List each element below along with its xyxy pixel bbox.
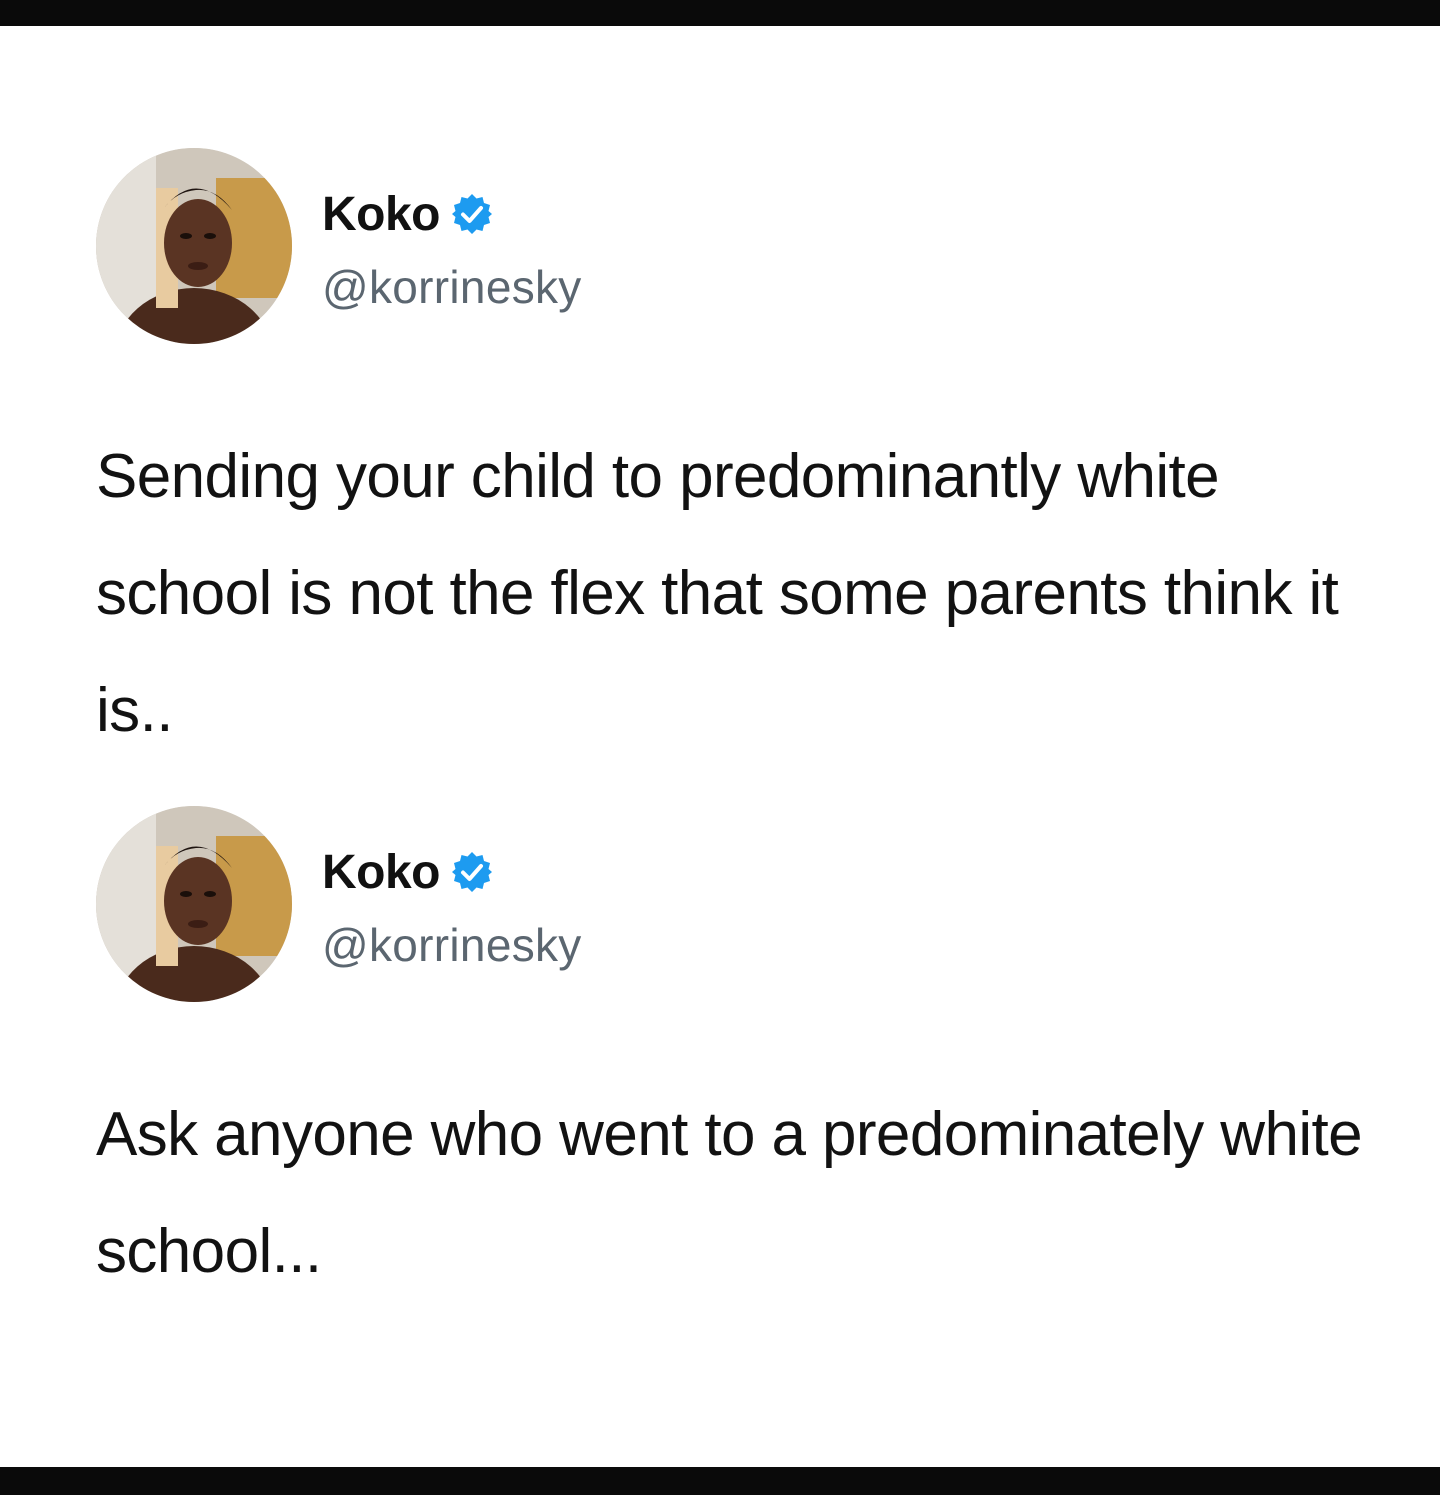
tweet-text: Sending your child to predominantly whit… xyxy=(96,442,1339,745)
display-name[interactable]: Koko xyxy=(322,845,441,900)
handle[interactable]: @korrinesky xyxy=(322,260,582,314)
avatar[interactable] xyxy=(96,806,292,1002)
tweet-card[interactable]: Koko @korrinesky Ask anyone who went to … xyxy=(0,806,1440,1286)
avatar[interactable] xyxy=(96,148,292,344)
tweet-card[interactable]: Koko @korrinesky Sending your child to p… xyxy=(0,148,1440,745)
bottom-black-bar xyxy=(0,1467,1440,1495)
name-row: Koko xyxy=(322,844,494,900)
tweet-header: Koko @korrinesky xyxy=(0,148,1440,348)
name-row: Koko xyxy=(322,186,494,242)
display-name[interactable]: Koko xyxy=(322,187,441,242)
top-black-bar xyxy=(0,0,1440,26)
screenshot-frame: Koko @korrinesky Sending your child to p… xyxy=(0,0,1440,1495)
tweet-text: Ask anyone who went to a predominately w… xyxy=(96,1100,1363,1286)
handle[interactable]: @korrinesky xyxy=(322,918,582,972)
verified-badge-icon xyxy=(450,192,494,236)
verified-badge-icon xyxy=(450,850,494,894)
tweet-header: Koko @korrinesky xyxy=(0,806,1440,1006)
